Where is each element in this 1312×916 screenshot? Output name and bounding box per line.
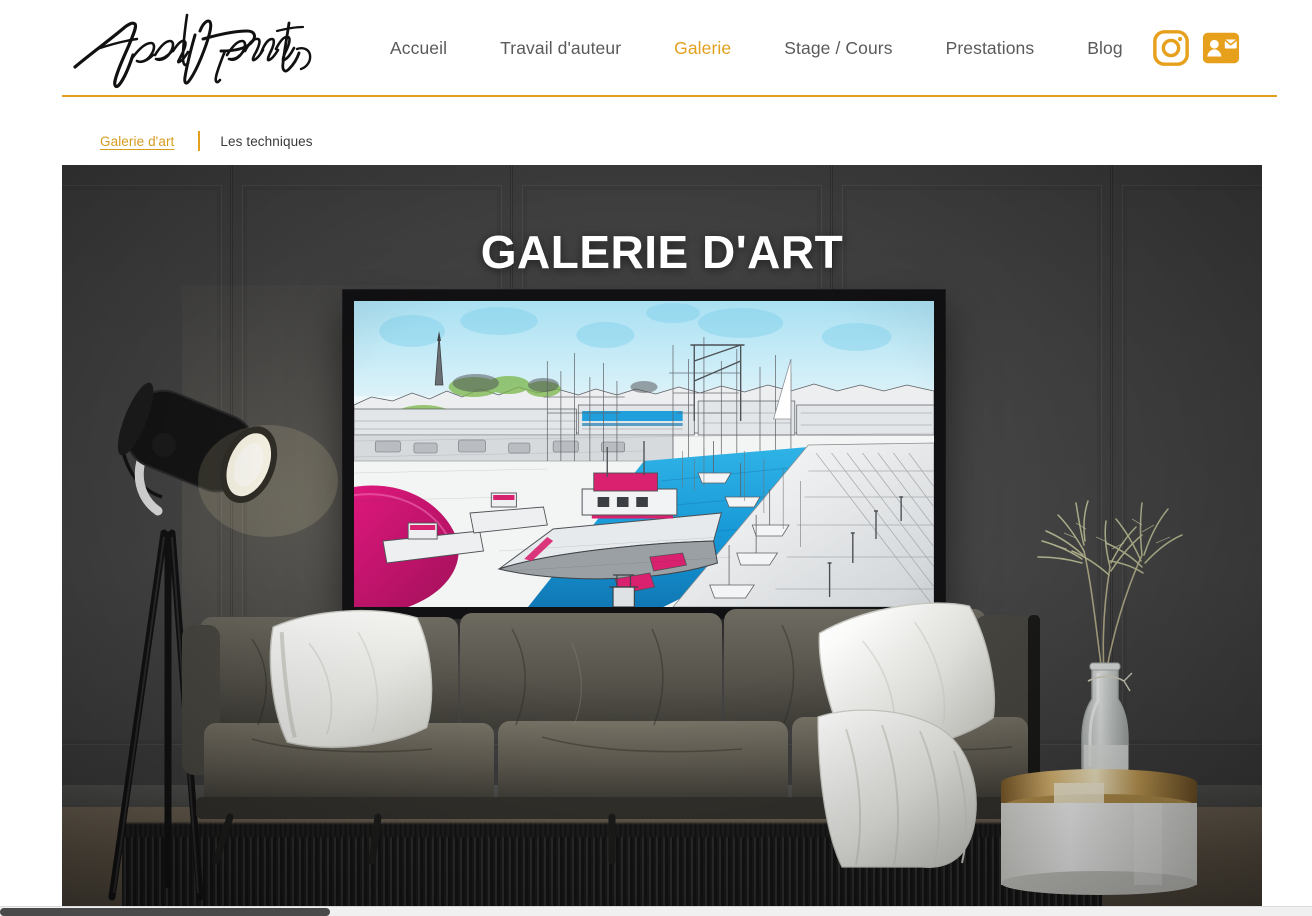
contact-card-icon[interactable] [1202,29,1240,67]
instagram-icon[interactable] [1152,29,1190,67]
page-root: Accueil Travail d'auteur Galerie Stage /… [0,0,1312,916]
handwritten-signature-logo [73,13,312,88]
nav-item-travail-d-auteur[interactable]: Travail d'auteur [500,38,621,59]
nav-item-prestations[interactable]: Prestations [946,38,1035,59]
main-navigation: Accueil Travail d'auteur Galerie Stage /… [390,0,1123,96]
nav-item-blog[interactable]: Blog [1087,38,1122,59]
hero-banner: GALERIE D'ART [62,165,1262,907]
scrollbar-thumb[interactable] [0,908,330,916]
side-table-with-vase [984,467,1214,895]
breadcrumb-current-les-techniques[interactable]: Les techniques [220,134,312,149]
breadcrumb-link-galerie-dart[interactable]: Galerie d'art [100,134,178,149]
nav-item-accueil[interactable]: Accueil [390,38,447,59]
nav-item-stage-cours[interactable]: Stage / Cours [784,38,892,59]
header-divider [62,95,1277,97]
page-title: GALERIE D'ART [480,226,844,278]
horizontal-scrollbar[interactable] [0,906,1312,916]
brand-logo[interactable] [62,2,322,94]
sofa [182,599,1082,869]
breadcrumb-separator [198,131,201,151]
breadcrumb: Galerie d'art Les techniques [100,130,313,152]
social-links [1152,0,1240,96]
artwork-harbour-scene [354,301,934,607]
site-header: Accueil Travail d'auteur Galerie Stage /… [0,0,1312,97]
nav-item-galerie[interactable]: Galerie [674,38,731,59]
framed-artwork[interactable] [343,290,945,618]
